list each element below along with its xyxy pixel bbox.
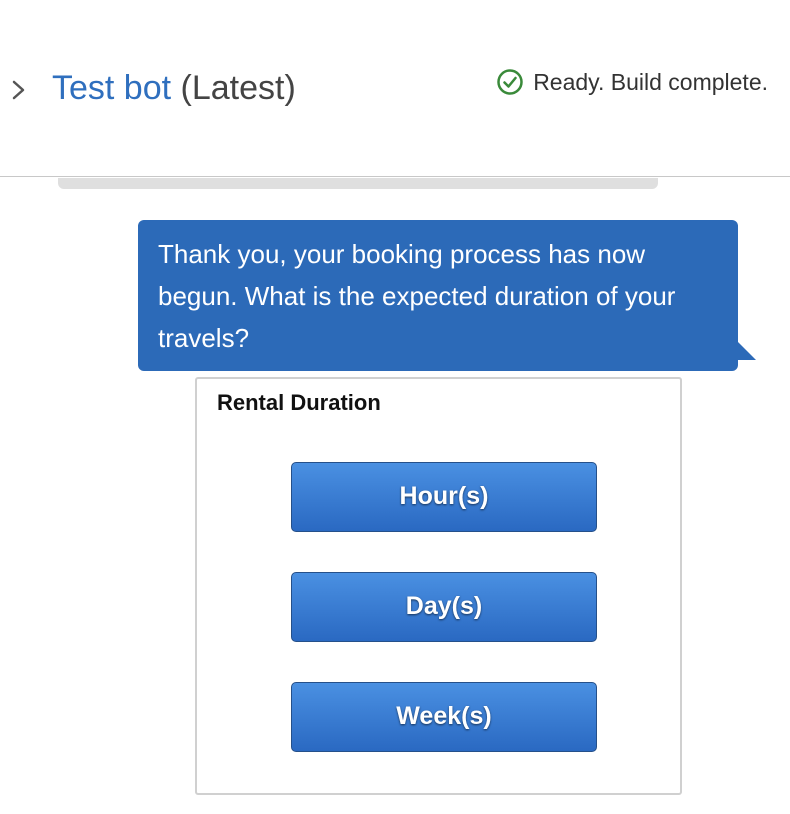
build-status: Ready. Build complete.: [496, 68, 768, 96]
response-card-title: Rental Duration: [217, 390, 381, 415]
weeks-button[interactable]: Week(s): [291, 682, 597, 752]
bot-message-bubble: Thank you, your booking process has now …: [138, 220, 738, 371]
hours-button[interactable]: Hour(s): [291, 462, 597, 532]
chat-history-edge: [58, 178, 658, 189]
check-circle-icon: [497, 69, 523, 95]
bot-name-link[interactable]: Test bot: [52, 69, 171, 107]
response-card: Rental Duration Hour(s) Day(s) Week(s): [195, 377, 682, 795]
bubble-tail: [734, 338, 756, 360]
bot-version-label: (Latest): [180, 69, 296, 107]
test-bot-header: Test bot (Latest) Ready. Build complete.: [0, 0, 790, 177]
build-status-text: Ready. Build complete.: [533, 68, 768, 95]
bot-message-text: Thank you, your booking process has now …: [158, 239, 676, 353]
test-bot-panel: Test bot (Latest) Ready. Build complete.…: [0, 0, 790, 814]
page-title: Test bot (Latest): [52, 66, 296, 110]
days-button[interactable]: Day(s): [291, 572, 597, 642]
chevron-right-icon[interactable]: [9, 76, 29, 104]
